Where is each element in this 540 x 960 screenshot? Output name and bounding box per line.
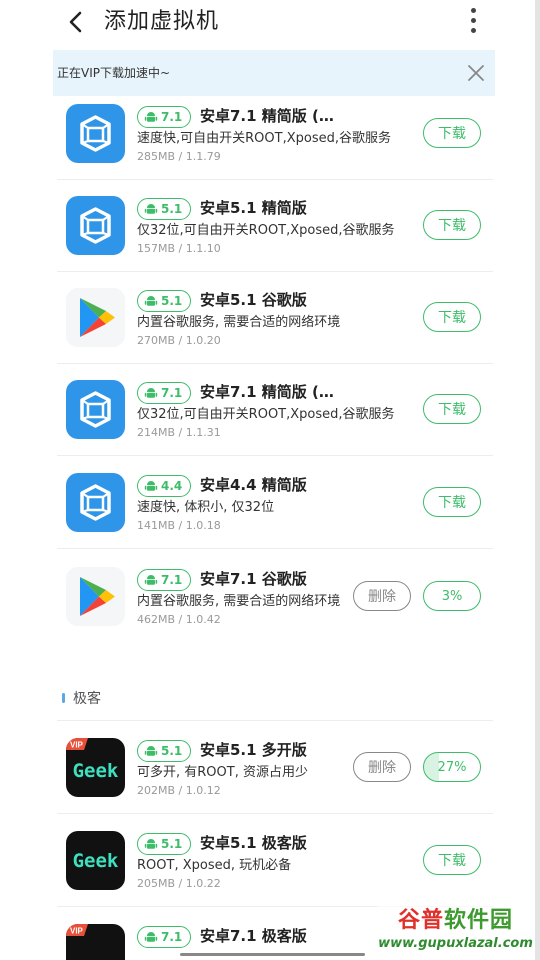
notice-text: 正在VIP下载加速中~ [57, 66, 171, 80]
vm-description: 内置谷歌服务, 需要合适的网络环境 [137, 594, 341, 609]
vm-list-item[interactable]: Geek 5.1 安卓5.1 极客版 ROOT, Xposed, 玩机必备 20… [57, 815, 493, 907]
android-icon [144, 112, 158, 122]
download-button[interactable]: 下载 [423, 302, 481, 332]
download-progress-button[interactable]: 3% [423, 581, 481, 611]
vmos-cube-icon [66, 196, 125, 255]
vm-name: 安卓4.4 精简版 [200, 476, 307, 494]
vm-description: 速度快, 体积小, 仅32位 [137, 500, 275, 515]
vm-size-version: 270MB / 1.0.20 [137, 334, 221, 347]
android-version-badge: 5.1 [137, 740, 192, 762]
app-bar: 添加虚拟机 [0, 0, 540, 46]
android-version-badge: 7.1 [137, 926, 192, 948]
download-progress-button[interactable]: 27% [423, 752, 481, 782]
vm-list-item[interactable]: VIP Geek 5.1 安卓5.1 多开版 可多开, 有ROOT, 资源占用少 … [57, 722, 493, 814]
vm-list-item[interactable]: 7.1 安卓7.1 谷歌版 内置谷歌服务, 需要合适的网络环境 462MB / … [57, 551, 493, 643]
android-icon [144, 296, 158, 306]
vm-list-item[interactable]: 5.1 安卓5.1 精简版 仅32位,可自由开关ROOT,Xposed,谷歌服务… [57, 180, 493, 272]
vm-name: 安卓5.1 多开版 [200, 741, 307, 759]
vm-name: 安卓5.1 极客版 [200, 834, 307, 852]
chevron-left-icon[interactable] [62, 8, 90, 36]
download-button[interactable]: 下载 [423, 118, 481, 148]
geek-vip-icon: VIP [66, 924, 125, 960]
divider [57, 720, 493, 721]
vm-name: 安卓7.1 极客版 [200, 927, 307, 945]
download-button[interactable]: 下载 [423, 394, 481, 424]
google-play-icon [66, 567, 125, 626]
vm-size-version: 157MB / 1.1.10 [137, 242, 221, 255]
android-icon [144, 932, 158, 942]
vm-description: 速度快,可自由开关ROOT,Xposed,谷歌服务 [137, 131, 391, 146]
vm-list-item[interactable]: 5.1 安卓5.1 谷歌版 内置谷歌服务, 需要合适的网络环境 270MB / … [57, 272, 493, 364]
watermark-url: www.gupuxlazal.com [378, 936, 533, 951]
section-marker [62, 693, 65, 703]
vm-name: 安卓7.1 精简版 (… [200, 107, 334, 125]
android-icon [144, 204, 158, 214]
android-version-badge: 7.1 [137, 569, 192, 591]
vm-list-item[interactable]: 7.1 安卓7.1 精简版 (… 仅32位,可自由开关ROOT,Xposed,谷… [57, 364, 493, 456]
android-version-badge: 4.4 [137, 475, 192, 497]
android-version-badge: 5.1 [137, 290, 192, 312]
vmos-cube-icon [66, 104, 125, 163]
home-indicator [180, 953, 365, 956]
android-version-badge: 7.1 [137, 382, 192, 404]
vm-description: ROOT, Xposed, 玩机必备 [137, 858, 292, 873]
svg-text:Geek: Geek [73, 850, 119, 872]
vm-size-version: 285MB / 1.1.79 [137, 150, 221, 163]
add-vm-screen: 添加虚拟机 正在VIP下载加速中~ 7.1 安卓7.1 精简版 (… 速度快,可… [0, 0, 540, 960]
vmos-cube-icon [66, 473, 125, 532]
vm-name: 安卓5.1 精简版 [200, 199, 307, 217]
svg-text:VIP: VIP [70, 741, 84, 750]
watermark: 谷普软件园 www.gupuxlazal.com [377, 900, 534, 958]
android-icon [144, 481, 158, 491]
vm-name: 安卓5.1 谷歌版 [200, 291, 307, 309]
android-version-badge: 7.1 [137, 106, 192, 128]
vm-name: 安卓7.1 精简版 (… [200, 383, 334, 401]
vm-description: 仅32位,可自由开关ROOT,Xposed,谷歌服务 [137, 223, 395, 238]
vm-list-item[interactable]: 7.1 安卓7.1 精简版 (… 速度快,可自由开关ROOT,Xposed,谷歌… [57, 88, 493, 180]
svg-text:VIP: VIP [70, 927, 84, 936]
section-label: 极客 [73, 691, 101, 707]
vertical-dots-icon[interactable] [466, 6, 480, 38]
delete-button[interactable]: 删除 [353, 581, 411, 611]
android-version-badge: 5.1 [137, 833, 192, 855]
vm-size-version: 214MB / 1.1.31 [137, 426, 221, 439]
geek-icon: Geek [66, 831, 125, 890]
google-play-icon [66, 288, 125, 347]
android-version-badge: 5.1 [137, 198, 192, 220]
watermark-logo: 谷普软件园 [397, 908, 514, 933]
android-icon [144, 839, 158, 849]
vm-list-item[interactable]: 4.4 安卓4.4 精简版 速度快, 体积小, 仅32位 141MB / 1.0… [57, 457, 493, 549]
android-icon [144, 746, 158, 756]
android-icon [144, 388, 158, 398]
download-button[interactable]: 下载 [423, 845, 481, 875]
download-button[interactable]: 下载 [423, 210, 481, 240]
vm-size-version: 202MB / 1.0.12 [137, 784, 221, 797]
geek-vip-icon: VIP Geek [66, 738, 125, 797]
vmos-cube-icon [66, 380, 125, 439]
vm-description: 内置谷歌服务, 需要合适的网络环境 [137, 315, 341, 330]
close-icon[interactable] [465, 62, 487, 84]
page-title: 添加虚拟机 [104, 9, 220, 34]
android-icon [144, 575, 158, 585]
vm-size-version: 205MB / 1.0.22 [137, 877, 221, 890]
vm-size-version: 141MB / 1.0.18 [137, 519, 221, 532]
vm-name: 安卓7.1 谷歌版 [200, 570, 307, 588]
vm-description: 仅32位,可自由开关ROOT,Xposed,谷歌服务 [137, 407, 395, 422]
vm-size-version: 462MB / 1.0.42 [137, 613, 221, 626]
section-header-geek: 极客 [62, 686, 101, 710]
svg-text:Geek: Geek [73, 760, 119, 782]
delete-button[interactable]: 删除 [353, 752, 411, 782]
vm-description: 可多开, 有ROOT, 资源占用少 [137, 765, 308, 780]
download-button[interactable]: 下载 [423, 487, 481, 517]
